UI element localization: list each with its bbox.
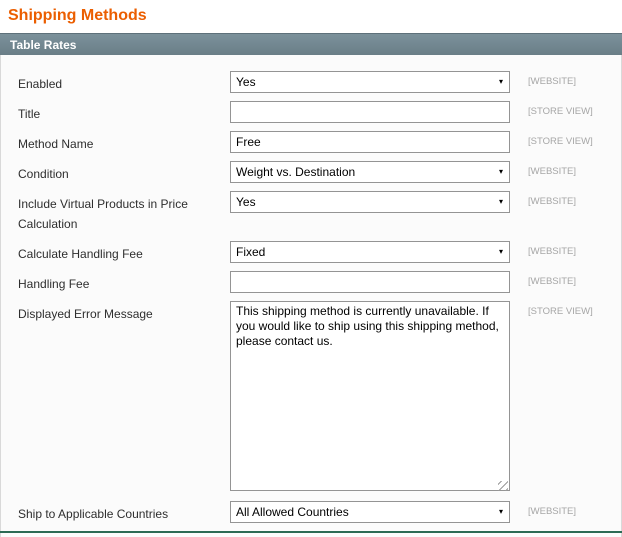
field-control: Fixed ▾ — [230, 241, 510, 263]
form-row-enabled: Enabled Yes ▾ [WEBSITE] — [18, 71, 609, 94]
next-section-edge — [0, 531, 622, 533]
form-row-title: Title [STORE VIEW] — [18, 101, 609, 124]
field-control: Yes ▾ — [230, 191, 510, 213]
calculate-handling-fee-scope-label: [WEBSITE] — [528, 246, 577, 257]
displayed-error-message-textarea[interactable] — [230, 301, 510, 491]
form-row-displayed-error-message: Displayed Error Message [STORE VIEW] — [18, 301, 609, 494]
enabled-select[interactable]: Yes — [230, 71, 510, 93]
form-rows: Enabled Yes ▾ [WEBSITE] Title [STORE VIEW… — [18, 71, 609, 524]
handling-fee-label: Handling Fee — [18, 277, 90, 291]
include-virtual-products-in-price-calculation-select[interactable]: Yes — [230, 191, 510, 213]
calculate-handling-fee-select[interactable]: Fixed — [230, 241, 510, 263]
method-name-scope-label: [STORE VIEW] — [528, 136, 593, 147]
field-control: All Allowed Countries ▾ — [230, 501, 510, 523]
table-rates-fieldset: Enabled Yes ▾ [WEBSITE] Title [STORE VIEW… — [0, 55, 622, 537]
title-label: Title — [18, 107, 41, 121]
form-row-method-name: Method Name [STORE VIEW] — [18, 131, 609, 154]
condition-label: Condition — [18, 167, 69, 181]
method-name-input[interactable] — [230, 131, 510, 153]
field-control — [230, 101, 510, 123]
page-title: Shipping Methods — [8, 7, 147, 24]
form-row-calculate-handling-fee: Calculate Handling Fee Fixed ▾ [WEBSITE] — [18, 241, 609, 264]
title-input[interactable] — [230, 101, 510, 123]
condition-scope-label: [WEBSITE] — [528, 166, 577, 177]
field-control — [230, 131, 510, 153]
form-row-handling-fee: Handling Fee [WEBSITE] — [18, 271, 609, 294]
ship-to-applicable-countries-label: Ship to Applicable Countries — [18, 507, 169, 521]
form-row-condition: Condition Weight vs. Destination ▾ [WEBSI… — [18, 161, 609, 184]
ship-to-applicable-countries-select[interactable]: All Allowed Countries — [230, 501, 510, 523]
displayed-error-message-scope-label: [STORE VIEW] — [528, 306, 593, 317]
section-header-table-rates: Table Rates — [0, 33, 622, 55]
form-row-include-virtual-products-in-price-calculation: Include Virtual Products in Price Calcul… — [18, 191, 609, 234]
title-scope-label: [STORE VIEW] — [528, 106, 593, 117]
handling-fee-scope-label: [WEBSITE] — [528, 276, 577, 287]
enabled-scope-label: [WEBSITE] — [528, 76, 577, 87]
field-control — [230, 301, 510, 494]
textarea-resize-grip-icon[interactable] — [498, 481, 508, 491]
handling-fee-input[interactable] — [230, 271, 510, 293]
field-control: Weight vs. Destination ▾ — [230, 161, 510, 183]
form-row-ship-to-applicable-countries: Ship to Applicable Countries All Allowed… — [18, 501, 609, 524]
field-control — [230, 271, 510, 293]
enabled-label: Enabled — [18, 77, 63, 91]
include-virtual-products-in-price-calculation-scope-label: [WEBSITE] — [528, 196, 577, 207]
field-control: Yes ▾ — [230, 71, 510, 93]
section-title: Table Rates — [10, 38, 77, 52]
include-virtual-products-in-price-calculation-label: Include Virtual Products in Price Calcul… — [18, 197, 188, 231]
calculate-handling-fee-label: Calculate Handling Fee — [18, 247, 143, 261]
method-name-label: Method Name — [18, 137, 94, 151]
page-header: Shipping Methods — [0, 0, 622, 30]
condition-select[interactable]: Weight vs. Destination — [230, 161, 510, 183]
ship-to-applicable-countries-scope-label: [WEBSITE] — [528, 506, 577, 517]
displayed-error-message-label: Displayed Error Message — [18, 307, 153, 321]
